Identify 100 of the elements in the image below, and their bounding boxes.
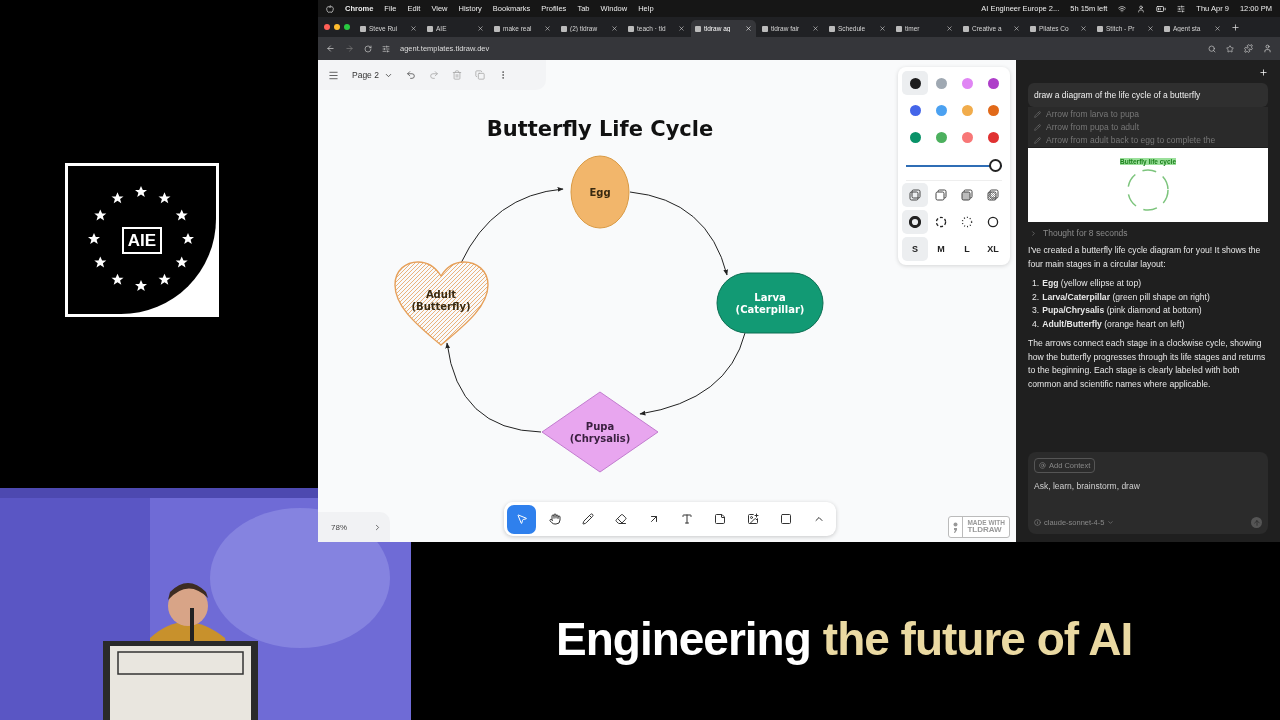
- favicon-icon: [695, 25, 701, 32]
- fill-option[interactable]: [902, 183, 928, 207]
- at-sign-icon: [1039, 462, 1046, 469]
- favicon-icon: [494, 25, 500, 32]
- close-icon[interactable]: [544, 25, 551, 32]
- plus-icon: [1231, 22, 1240, 32]
- favicon-icon: [1164, 25, 1170, 32]
- undo-icon: [405, 70, 416, 80]
- pencil-icon: [1034, 136, 1041, 144]
- pencil-icon: [1034, 110, 1041, 118]
- close-icon[interactable]: [812, 25, 819, 32]
- list-number: 4.: [1032, 317, 1040, 331]
- search-icon[interactable]: [1208, 44, 1216, 53]
- node-label: Egg: [589, 187, 611, 198]
- close-icon[interactable]: [1214, 25, 1221, 32]
- menu-icon[interactable]: [328, 69, 339, 81]
- info-icon: [1034, 519, 1041, 526]
- pointer-icon: [515, 513, 528, 525]
- logo-text: AIE: [121, 226, 163, 254]
- favicon-icon: [762, 25, 768, 32]
- zoom-control[interactable]: 78%: [318, 512, 390, 542]
- semi-fill-icon: [935, 189, 947, 201]
- user-icon[interactable]: [1137, 4, 1146, 13]
- favicon-icon: [561, 25, 567, 32]
- star-icon[interactable]: [1226, 44, 1234, 53]
- chevron-right-icon: [373, 522, 382, 532]
- action-item: Arrow from larva to pupa: [1046, 109, 1140, 119]
- response-text: The arrows connect each stage in a clockwise cycle, showing how the butterfly progresses through its life stages and returns to the beginning. Each stage is clearly labeled with both common and scientific names where applicable.: [1028, 337, 1267, 391]
- none-fill-icon: [909, 189, 921, 201]
- node-label: Larva: [754, 292, 786, 303]
- thought-toggle[interactable]: Thought for 8 seconds: [1043, 228, 1128, 238]
- copy-icon: [474, 70, 485, 80]
- size-option[interactable]: XL: [980, 237, 1006, 261]
- extensions-icon[interactable]: [1244, 44, 1253, 53]
- new-chat-icon[interactable]: [1259, 68, 1268, 77]
- site-settings-icon[interactable]: [382, 44, 390, 53]
- eraser-icon: [614, 513, 627, 525]
- close-icon[interactable]: [678, 25, 685, 32]
- pointer-tool[interactable]: [507, 504, 536, 534]
- action-item: Arrow from pupa to adult: [1046, 122, 1140, 132]
- favicon-icon: [628, 25, 634, 32]
- close-icon[interactable]: [946, 25, 953, 32]
- response-text: I've created a butterfly life cycle diagram for you! It shows the four main stages in a circular layout:: [1028, 244, 1262, 271]
- node-label: (Butterfly): [411, 301, 471, 312]
- close-icon[interactable]: [477, 25, 484, 32]
- favicon-icon: [896, 25, 902, 32]
- list-item-text: Adult/Butterfly (orange heart on left): [1042, 317, 1185, 331]
- chevron-down-icon: [1107, 519, 1115, 526]
- hand-icon: [548, 513, 561, 525]
- apple-icon[interactable]: [326, 4, 334, 13]
- draw-stroke-icon: [909, 216, 921, 228]
- stroke-option[interactable]: [902, 210, 928, 234]
- message-field[interactable]: Ask, learn, brainstorm, draw: [1034, 481, 1262, 491]
- list-number: 2.: [1032, 290, 1040, 304]
- list-item-text: Pupa/Chrysalis (pink diamond at bottom): [1042, 304, 1202, 317]
- list-number: 3.: [1032, 304, 1040, 317]
- node-label: Adult: [425, 289, 457, 300]
- size-option[interactable]: L: [954, 237, 980, 261]
- close-icon[interactable]: [410, 25, 417, 32]
- reload-icon[interactable]: [364, 44, 372, 53]
- control-center-icon[interactable]: [1177, 4, 1186, 13]
- battery-icon[interactable]: [1156, 3, 1167, 14]
- pencil-icon: [1034, 123, 1041, 131]
- profile-icon[interactable]: [1263, 44, 1272, 53]
- undo-button[interactable]: [405, 70, 416, 80]
- diagram-title: Butterfly Life Cycle: [486, 117, 714, 141]
- size-option[interactable]: M: [928, 237, 954, 261]
- badge-text: TLDRAW: [967, 526, 1003, 535]
- trash-icon: [451, 70, 462, 80]
- favicon-icon: [427, 25, 433, 32]
- favicon-icon: [963, 25, 969, 32]
- image-icon: [746, 513, 759, 525]
- close-icon[interactable]: [1080, 25, 1087, 32]
- page-selector[interactable]: Page 2: [352, 70, 393, 80]
- close-icon[interactable]: [879, 25, 886, 32]
- node-label: (Caterpillar): [735, 304, 805, 315]
- size-option[interactable]: S: [902, 237, 928, 261]
- arrow-up-icon: [1252, 518, 1261, 527]
- color-swatch[interactable]: [902, 71, 928, 95]
- close-icon[interactable]: [611, 25, 618, 32]
- redo-icon: [428, 70, 439, 80]
- node-label: (Chrysalis): [569, 433, 631, 444]
- rectangle-icon: [779, 513, 792, 525]
- text-icon: [680, 513, 693, 525]
- close-icon[interactable]: [1147, 25, 1154, 32]
- tldraw-logo-icon: [953, 521, 959, 533]
- minimize-button[interactable]: [334, 24, 340, 30]
- close-icon[interactable]: [1013, 25, 1020, 32]
- new-tab-button[interactable]: [1231, 22, 1240, 32]
- close-window-button[interactable]: [324, 24, 330, 30]
- favicon-icon: [829, 25, 835, 32]
- favicon-icon: [360, 25, 366, 32]
- zoom-button[interactable]: [344, 24, 350, 30]
- list-number: 1.: [1032, 277, 1040, 290]
- back-icon[interactable]: [326, 44, 335, 53]
- action-item: Arrow from adult back to egg to complete the: [1046, 135, 1216, 145]
- note-icon: [713, 513, 726, 525]
- favicon-icon: [1097, 25, 1103, 32]
- solid-stroke-icon: [987, 216, 999, 228]
- wifi-icon[interactable]: [1118, 4, 1127, 13]
